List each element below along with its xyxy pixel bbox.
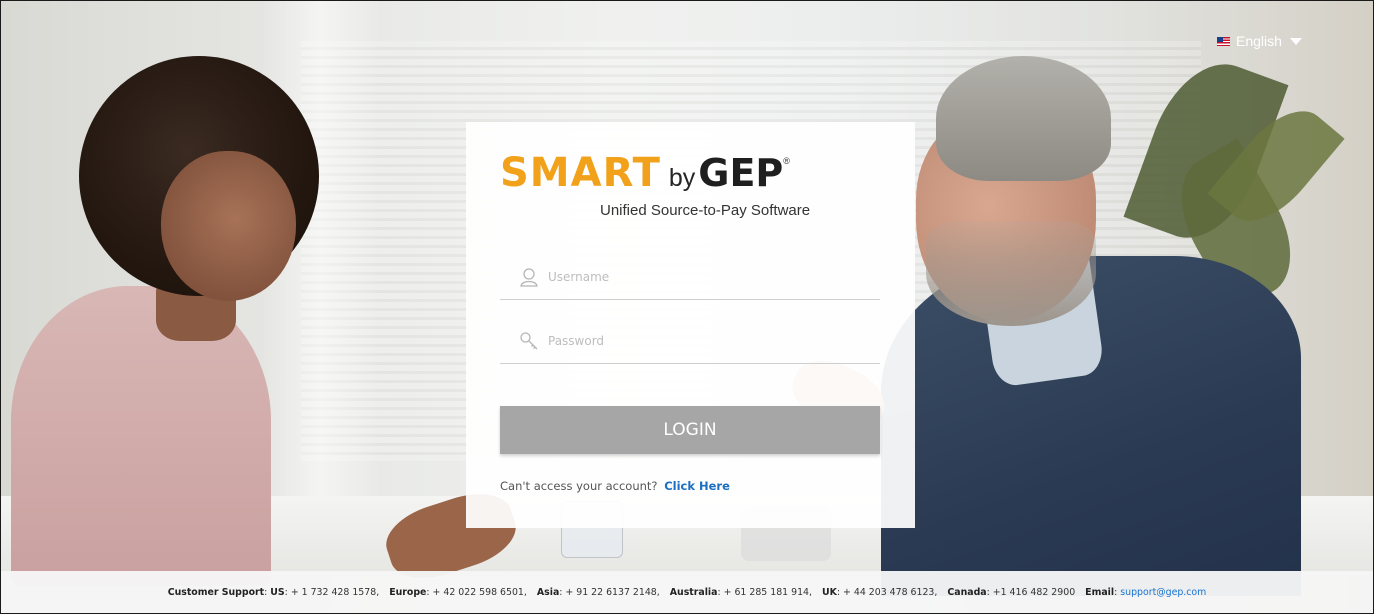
window-light (261, 1, 381, 561)
contact-value: + 44 203 478 6123, (843, 586, 938, 598)
caret-down-icon (1289, 37, 1302, 45)
contact-label: Canada (947, 586, 987, 598)
smart-by-gep-logo: SMART by GEP ® (500, 150, 790, 196)
contact-label: Asia (536, 586, 560, 598)
language-label: English (1236, 33, 1282, 49)
logo-gep: GEP (698, 151, 784, 195)
username-field[interactable] (500, 255, 880, 300)
contact-value: +1 416 482 2900 (992, 586, 1076, 598)
language-selector[interactable]: English (1217, 33, 1302, 49)
login-page: English SMART by GEP ® Unified Source-to… (0, 0, 1374, 614)
account-help: Can't access your account? Click Here (500, 479, 730, 493)
support-label: Customer Support (167, 586, 265, 598)
click-here-link[interactable]: Click Here (664, 479, 730, 493)
contact-value: + 42 022 598 6501, (432, 586, 527, 598)
password-field[interactable] (500, 319, 880, 364)
user-icon (518, 266, 540, 288)
key-icon (518, 330, 540, 352)
login-card: SMART by GEP ® Unified Source-to-Pay Sof… (466, 122, 915, 528)
man-beard (926, 221, 1096, 326)
logo-smart: SMART (500, 150, 661, 196)
username-input[interactable] (546, 269, 850, 285)
contact-label: UK (821, 586, 837, 598)
tagline: Unified Source-to-Pay Software (600, 202, 811, 219)
contact-label: Europe (389, 586, 427, 598)
contact-value: + 1 732 428 1578, (290, 586, 380, 598)
email-label: Email (1085, 586, 1115, 598)
login-button[interactable]: LOGIN (500, 406, 880, 454)
contact-label: Australia (669, 586, 718, 598)
contact-label: US (270, 586, 285, 598)
logo-registered-mark: ® (783, 156, 790, 166)
password-input[interactable] (546, 333, 850, 349)
support-footer: Customer Support: US: + 1 732 428 1578, … (1, 571, 1373, 613)
logo-by: by (668, 164, 696, 192)
support-email-link[interactable]: support@gep.com (1120, 587, 1206, 598)
woman-face (161, 151, 296, 301)
man-hair (936, 56, 1111, 181)
us-flag-icon (1217, 36, 1230, 46)
contact-value: + 91 22 6137 2148, (565, 586, 660, 598)
account-help-text: Can't access your account? (500, 479, 658, 493)
contact-value: + 61 285 181 914, (723, 586, 812, 598)
